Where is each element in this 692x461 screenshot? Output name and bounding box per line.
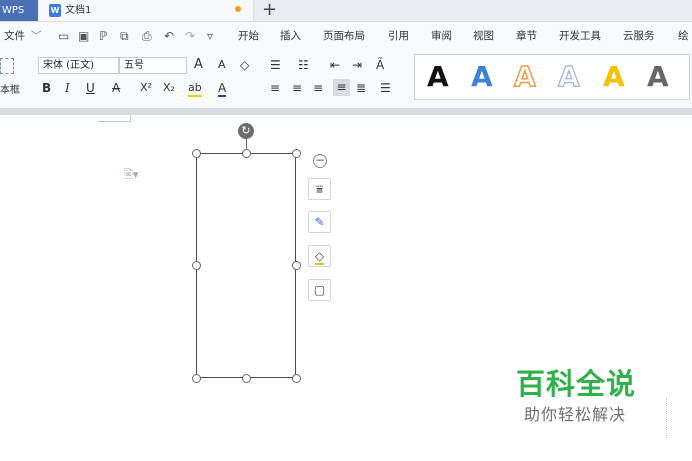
- paragraph-marker-icon[interactable]: 🗎▾: [124, 166, 138, 185]
- ribbon-divider: [0, 108, 692, 115]
- unsaved-dot-icon: [235, 6, 241, 12]
- tab-document[interactable]: W 文档1: [39, 0, 254, 21]
- rotate-handle-line: [246, 139, 247, 149]
- menu-page-layout[interactable]: 页面布局: [323, 22, 365, 50]
- resize-handle-bottom[interactable]: [242, 374, 251, 383]
- font-color-button[interactable]: A: [218, 81, 227, 97]
- increase-indent-icon[interactable]: ⇥: [352, 58, 362, 72]
- superscript-button[interactable]: X²: [140, 81, 152, 95]
- collapse-toolbar-icon[interactable]: −: [313, 154, 327, 168]
- highlight-button[interactable]: ab: [188, 81, 202, 97]
- style-sample-3[interactable]: A: [513, 59, 536, 94]
- numbered-list-icon[interactable]: ☷: [298, 58, 309, 72]
- style-sample-5[interactable]: A: [603, 60, 625, 94]
- menu-references[interactable]: 引用: [388, 22, 409, 50]
- style-sample-4[interactable]: A: [557, 59, 580, 94]
- word-doc-icon: W: [49, 4, 61, 17]
- strikethrough-button[interactable]: A: [112, 81, 120, 95]
- distributed-align-icon[interactable]: ≣: [356, 81, 366, 95]
- outline-pen-button[interactable]: ✎: [308, 211, 331, 233]
- menu-home[interactable]: 开始: [238, 22, 259, 50]
- shrink-font-icon[interactable]: A: [218, 58, 226, 72]
- page-edge-marker: [666, 398, 668, 438]
- document-tab-title: 文档1: [65, 5, 92, 16]
- save-icon[interactable]: ▣: [78, 30, 90, 42]
- line-spacing-icon[interactable]: ☰: [380, 81, 391, 95]
- new-tab-button[interactable]: +: [262, 0, 277, 20]
- grow-font-icon[interactable]: A: [194, 58, 203, 72]
- menu-file[interactable]: 文件: [4, 22, 25, 50]
- align-center-icon[interactable]: ≡: [292, 81, 302, 95]
- resize-handle-top[interactable]: [242, 149, 251, 158]
- watermark-subtitle: 助你轻松解决: [524, 405, 627, 424]
- tab-wps-home[interactable]: WPS: [0, 0, 38, 21]
- text-direction-icon[interactable]: Ã: [376, 58, 384, 72]
- menu-cloud[interactable]: 云服务: [623, 22, 655, 50]
- print-preview-icon[interactable]: ⧉: [120, 30, 132, 42]
- font-size-select[interactable]: 五号: [119, 57, 187, 74]
- selected-rectangle-shape[interactable]: [196, 153, 296, 378]
- resize-handle-top-right[interactable]: [292, 149, 301, 158]
- italic-button[interactable]: I: [65, 81, 70, 95]
- clear-format-icon[interactable]: ◇: [240, 58, 249, 72]
- font-name-select[interactable]: 宋体 (正文): [38, 57, 119, 74]
- pen-icon: ✎: [314, 215, 325, 229]
- fill-bucket-button[interactable]: ◇: [308, 245, 331, 267]
- border-frame-button[interactable]: ▢: [308, 279, 331, 301]
- resize-handle-top-left[interactable]: [192, 149, 201, 158]
- menu-insert[interactable]: 插入: [280, 22, 301, 50]
- underline-button[interactable]: U: [86, 81, 95, 95]
- menu-review[interactable]: 审阅: [431, 22, 452, 50]
- bold-button[interactable]: B: [42, 81, 51, 95]
- fill-bucket-icon: ◇: [314, 249, 325, 265]
- resize-handle-bottom-left[interactable]: [192, 374, 201, 383]
- subscript-button[interactable]: X₂: [163, 81, 175, 95]
- menu-section[interactable]: 章节: [516, 22, 537, 50]
- page-margin-corner: [98, 115, 131, 122]
- style-sample-1[interactable]: A: [427, 60, 449, 94]
- textbox-label[interactable]: 本框: [0, 81, 20, 96]
- menu-view[interactable]: 视图: [473, 22, 494, 50]
- resize-handle-bottom-right[interactable]: [292, 374, 301, 383]
- redo-icon[interactable]: ↷: [185, 30, 197, 42]
- resize-handle-left[interactable]: [192, 261, 201, 270]
- watermark-title: 百科全说: [516, 367, 637, 401]
- menu-developer[interactable]: 开发工具: [559, 22, 601, 50]
- style-gallery: A A A A A A: [414, 54, 690, 100]
- align-right-icon[interactable]: ≡: [313, 81, 323, 95]
- textbox-icon[interactable]: [0, 58, 14, 74]
- border-frame-icon: ▢: [313, 283, 326, 297]
- customize-toolbar-icon[interactable]: ▿: [207, 30, 219, 42]
- bullet-list-icon[interactable]: ☰: [270, 58, 281, 72]
- format-painter-icon[interactable]: ℙ: [99, 30, 111, 42]
- menu-bar: 文件 ﹀ ▭ ▣ ℙ ⧉ ⎙ ↶ ↷ ▿ 开始 插入 页面布局 引用 审阅 视图…: [0, 22, 692, 50]
- rotate-handle-icon[interactable]: ↻: [238, 123, 254, 139]
- layout-options-button[interactable]: ⩸: [308, 178, 331, 200]
- undo-icon[interactable]: ↶: [164, 30, 176, 42]
- justify-icon[interactable]: ≡: [333, 79, 350, 96]
- resize-handle-right[interactable]: [292, 261, 301, 270]
- open-folder-icon[interactable]: ▭: [58, 30, 70, 42]
- decrease-indent-icon[interactable]: ⇤: [330, 58, 340, 72]
- align-left-icon[interactable]: ≡: [270, 81, 280, 95]
- file-dropdown-chevron-icon[interactable]: ﹀: [31, 22, 42, 50]
- layout-options-icon: ⩸: [315, 182, 324, 196]
- style-sample-6[interactable]: A: [647, 60, 669, 94]
- print-icon[interactable]: ⎙: [142, 30, 154, 42]
- menu-draw-partial[interactable]: 绘: [678, 22, 689, 50]
- style-sample-2[interactable]: A: [471, 60, 493, 94]
